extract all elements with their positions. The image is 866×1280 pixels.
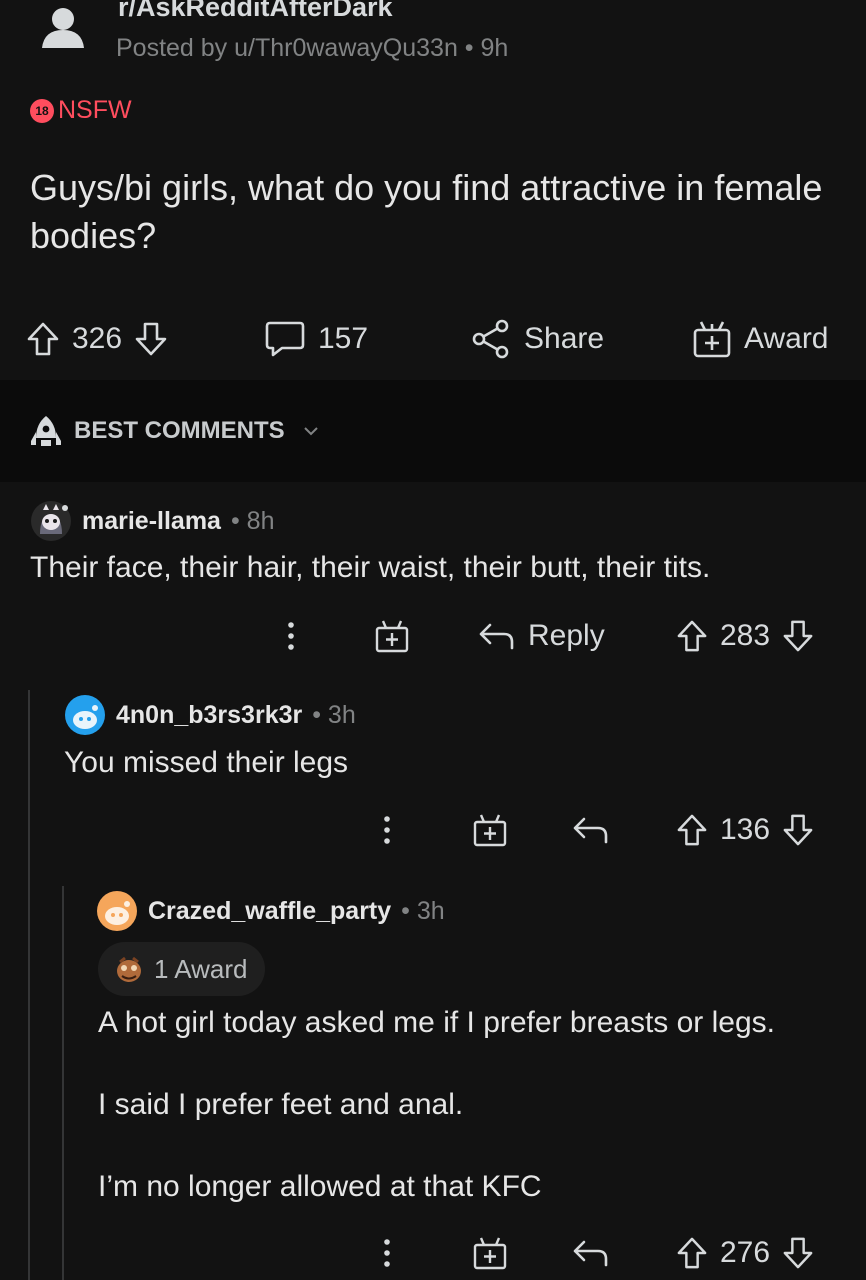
award-gift-icon xyxy=(692,318,732,360)
subreddit-link[interactable]: r/AskRedditAfterDark xyxy=(118,0,393,23)
rocket-icon xyxy=(30,414,62,448)
nsfw-badge-icon: 18 xyxy=(30,98,54,123)
nsfw-label: NSFW xyxy=(58,96,132,124)
reply-label: Reply xyxy=(528,619,605,652)
comment-vote-group: 283 xyxy=(676,614,814,658)
comment-age: • 3h xyxy=(312,700,356,729)
comments-button[interactable]: 157 xyxy=(264,306,368,372)
award-button[interactable]: Award xyxy=(692,306,829,372)
comment-header: marie-llama • 8h xyxy=(30,500,274,542)
comment-count: 157 xyxy=(318,322,369,355)
upvote-icon[interactable] xyxy=(676,1236,708,1270)
comment-username[interactable]: 4n0n_b3rs3rk3r xyxy=(116,701,302,730)
comment-vote-group: 276 xyxy=(676,1231,814,1275)
comment-body-line: I’m no longer allowed at that KFC xyxy=(98,1170,542,1203)
comment-username[interactable]: Crazed_waffle_party xyxy=(148,897,391,926)
reply-arrow-icon[interactable] xyxy=(572,808,610,852)
post-action-bar: 326 157 Share Award xyxy=(0,306,866,372)
snoo-avatar-icon[interactable] xyxy=(64,694,106,736)
comment-body-line: I said I prefer feet and anal. xyxy=(98,1088,464,1121)
more-options-icon[interactable] xyxy=(284,614,298,658)
comment-body: You missed their legs xyxy=(64,746,349,779)
downvote-icon[interactable] xyxy=(782,1236,814,1270)
comment-score: 276 xyxy=(720,1236,771,1269)
comment-header: Crazed_waffle_party • 3h xyxy=(96,890,445,932)
post-score: 326 xyxy=(72,322,123,355)
more-options-icon[interactable] xyxy=(380,808,394,852)
chevron-down-icon xyxy=(303,425,319,437)
awards-count: 1 Award xyxy=(154,953,248,984)
snoo-avatar-icon[interactable] xyxy=(96,890,138,932)
downvote-icon[interactable] xyxy=(782,813,814,847)
reply-button[interactable]: Reply xyxy=(478,614,605,658)
upvote-icon[interactable] xyxy=(26,321,60,357)
reply-arrow-icon[interactable] xyxy=(572,1231,610,1275)
upvote-icon[interactable] xyxy=(676,813,708,847)
thread-line[interactable] xyxy=(62,886,64,1280)
sort-label: BEST COMMENTS xyxy=(74,417,285,444)
award-gift-icon[interactable] xyxy=(472,1231,508,1275)
post-vote-group: 326 xyxy=(26,306,168,372)
award-label: Award xyxy=(744,322,829,355)
share-button[interactable]: Share xyxy=(470,306,604,372)
post-title: Guys/bi girls, what do you find attracti… xyxy=(30,167,823,256)
comment-age: • 3h xyxy=(401,896,445,925)
comment-body: Their face, their hair, their waist, the… xyxy=(30,551,711,584)
more-options-icon[interactable] xyxy=(380,1231,394,1275)
llama-avatar-icon[interactable] xyxy=(30,500,72,542)
reply-arrow-icon xyxy=(478,621,516,651)
user-avatar-icon[interactable] xyxy=(40,4,86,50)
comment-age: • 8h xyxy=(230,506,275,535)
comment-body-line: A hot girl today asked me if I prefer br… xyxy=(98,1006,775,1039)
share-icon xyxy=(470,318,512,360)
post-byline[interactable]: Posted by u/Thr0wawayQu33n • 9h xyxy=(116,34,508,63)
downvote-icon[interactable] xyxy=(134,321,168,357)
comment-username[interactable]: marie-llama xyxy=(82,507,221,536)
sort-dropdown[interactable]: BEST COMMENTS xyxy=(30,414,319,448)
thread-line[interactable] xyxy=(28,690,30,1280)
nsfw-tag: 18 NSFW xyxy=(30,96,132,125)
award-emoji-icon xyxy=(114,954,144,984)
award-gift-icon[interactable] xyxy=(472,808,508,852)
comment-score: 283 xyxy=(720,619,771,652)
upvote-icon[interactable] xyxy=(676,619,708,653)
comment-header: 4n0n_b3rs3rk3r • 3h xyxy=(64,694,356,736)
comment-score: 136 xyxy=(720,813,771,846)
downvote-icon[interactable] xyxy=(782,619,814,653)
comment-bubble-icon xyxy=(264,319,306,359)
comment-vote-group: 136 xyxy=(676,808,814,852)
award-gift-icon[interactable] xyxy=(374,614,410,658)
share-label: Share xyxy=(524,322,605,355)
awards-pill[interactable]: 1 Award xyxy=(98,942,266,996)
comment-actions: 276 xyxy=(0,1231,866,1275)
comment-actions: 136 xyxy=(0,808,866,852)
comment-actions: Reply 283 xyxy=(0,614,866,658)
